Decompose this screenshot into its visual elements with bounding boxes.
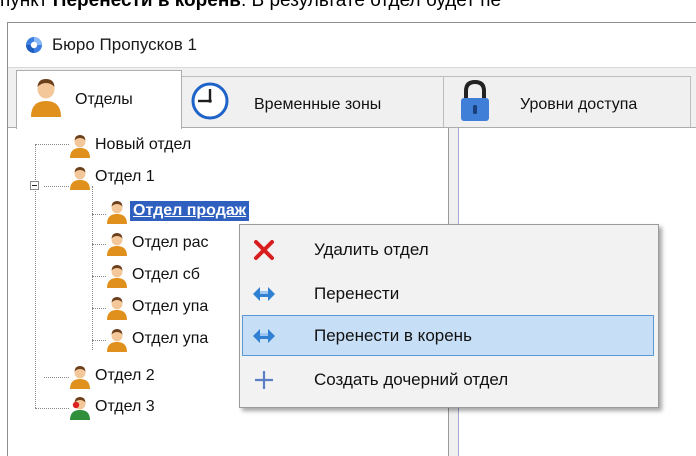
tab-departments-label: Отделы bbox=[75, 91, 133, 108]
move-arrows-icon bbox=[253, 287, 275, 301]
tree-connector bbox=[92, 244, 106, 245]
tree-item-department[interactable]: Отдел упа bbox=[106, 296, 246, 320]
menu-item-label: Перенести bbox=[314, 284, 400, 303]
tree-item-label: Отдел упа bbox=[132, 330, 209, 347]
tree-connector bbox=[92, 340, 106, 341]
tree-collapse-toggle[interactable] bbox=[30, 181, 39, 190]
menu-item-label: Создать дочерний отдел bbox=[314, 370, 509, 389]
menu-item-move-to-root[interactable]: Перенести в корень bbox=[242, 315, 654, 356]
doc-text-prefix: пункт bbox=[0, 0, 53, 11]
title-bar: Бюро Пропусков 1 bbox=[8, 23, 696, 67]
menu-item-create-child-department[interactable]: Создать дочерний отдел bbox=[242, 359, 654, 400]
tree-item-department[interactable]: Отдел упа bbox=[106, 328, 246, 352]
tree-item-label: Отдел рас bbox=[132, 234, 209, 251]
tree-connector bbox=[44, 186, 69, 187]
tab-time-zones[interactable]: Временные зоны bbox=[181, 76, 444, 128]
person-icon bbox=[70, 167, 90, 190]
window-title: Бюро Пропусков 1 bbox=[52, 35, 197, 54]
tree-item-label: Отдел продаж bbox=[130, 201, 250, 221]
tree-item-department[interactable]: Отдел рас bbox=[106, 232, 246, 256]
app-logo-icon bbox=[26, 37, 42, 53]
menu-item-move[interactable]: Перенести bbox=[242, 273, 654, 314]
tab-strip: Отделы Временные зоны Уровни доступа bbox=[8, 68, 696, 129]
tree-item-new-department[interactable]: Новый отдел bbox=[69, 134, 269, 158]
person-icon bbox=[107, 265, 127, 288]
menu-item-label: Перенести в корень bbox=[314, 326, 472, 345]
plus-icon bbox=[255, 371, 273, 389]
tab-departments[interactable]: Отделы bbox=[16, 70, 182, 129]
tree-item-label: Отдел 2 bbox=[95, 367, 155, 384]
delete-x-icon bbox=[254, 240, 274, 260]
tree-item-sales-department[interactable]: Отдел продаж bbox=[106, 200, 326, 224]
context-menu: Удалить отдел Перенести Перенести в коре… bbox=[239, 224, 659, 408]
tab-access-levels[interactable]: Уровни доступа bbox=[443, 76, 691, 128]
menu-item-label: Удалить отдел bbox=[314, 240, 429, 259]
tree-item-label: Отдел сб bbox=[132, 266, 200, 283]
tree-connector bbox=[92, 308, 106, 309]
tree-item-label: Новый отдел bbox=[95, 136, 192, 153]
lock-icon bbox=[461, 79, 489, 121]
person-icon bbox=[70, 366, 90, 389]
tree-connector bbox=[44, 377, 69, 378]
person-icon bbox=[107, 329, 127, 352]
clock-icon bbox=[191, 82, 229, 120]
person-icon bbox=[31, 79, 61, 117]
tab-access-levels-label: Уровни доступа bbox=[520, 96, 638, 113]
person-icon bbox=[107, 201, 127, 224]
menu-item-delete-department[interactable]: Удалить отдел bbox=[242, 229, 654, 270]
tree-connector bbox=[35, 144, 69, 145]
doc-text-bold: Перенести в корень bbox=[52, 0, 241, 11]
tree-item-label: Отдел 1 bbox=[95, 168, 155, 185]
tree-connector bbox=[92, 214, 106, 215]
doc-text-suffix: . В результате отдел будет пе bbox=[240, 0, 502, 11]
tree-connector bbox=[92, 186, 93, 350]
person-with-badge-icon bbox=[70, 397, 90, 420]
person-icon bbox=[107, 297, 127, 320]
document-text-line: пункт Перенести в корень. В результате о… bbox=[0, 0, 501, 11]
tree-connector bbox=[92, 276, 106, 277]
tab-time-zones-label: Временные зоны bbox=[254, 96, 382, 113]
tree-item-label: Отдел упа bbox=[132, 298, 209, 315]
tree-connector bbox=[35, 408, 69, 409]
tree-item-label: Отдел 3 bbox=[95, 398, 155, 415]
tree-item-department-1[interactable]: Отдел 1 bbox=[69, 166, 269, 190]
move-arrows-icon bbox=[253, 329, 275, 343]
person-icon bbox=[70, 135, 90, 158]
person-icon bbox=[107, 233, 127, 256]
tree-item-department[interactable]: Отдел сб bbox=[106, 264, 246, 288]
